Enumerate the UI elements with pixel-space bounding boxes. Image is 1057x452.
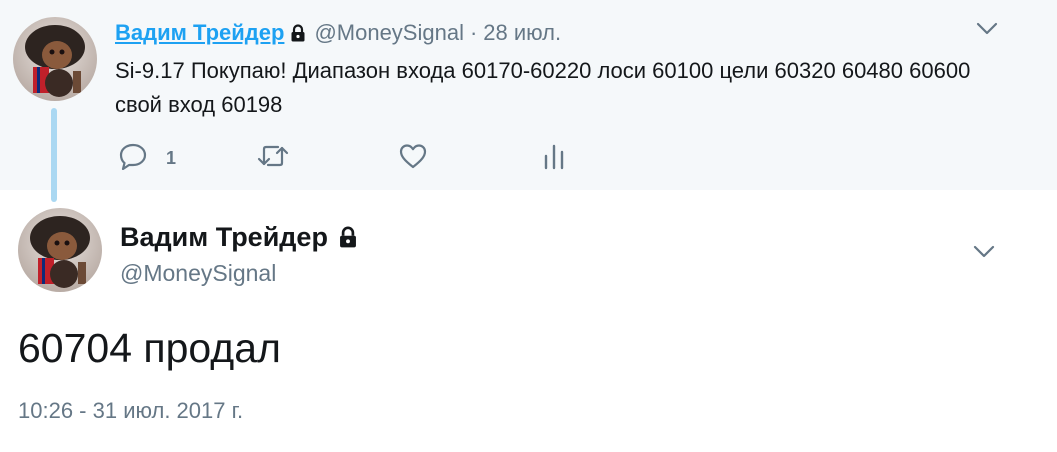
like-icon — [398, 142, 428, 175]
chevron-down-icon[interactable] — [974, 19, 1000, 39]
tweet-text: Si-9.17 Покупаю! Диапазон входа 60170-60… — [115, 58, 971, 117]
tweet-timestamp[interactable]: 10:26 - 31 июл. 2017 г. — [18, 398, 243, 424]
retweet-button[interactable] — [256, 142, 290, 175]
author-handle[interactable]: @MoneySignal — [314, 20, 464, 46]
avatar[interactable] — [13, 17, 97, 101]
reply-icon — [118, 142, 148, 175]
tweet-actions: 1 — [118, 142, 598, 172]
analytics-icon — [542, 142, 566, 175]
author-name-text[interactable]: Вадим Трейдер — [120, 222, 328, 253]
retweet-icon — [256, 142, 290, 175]
author-name-link[interactable]: Вадим Трейдер — [115, 20, 284, 46]
reply-count: 1 — [166, 148, 177, 168]
reply-button[interactable]: 1 — [118, 142, 176, 175]
separator-dot: · — [469, 20, 478, 45]
thread-connector-line — [51, 108, 57, 202]
tweet-text: 60704 продал — [18, 325, 281, 371]
lock-icon — [290, 24, 306, 42]
avatar[interactable] — [18, 208, 102, 292]
parent-tweet-header: Вадим Трейдер @MoneySignal · 28 июл. — [115, 18, 561, 48]
author-name[interactable]: Вадим Трейдер — [120, 220, 358, 254]
tweet-time-link[interactable]: 28 июл. — [483, 20, 561, 46]
lock-icon — [338, 226, 358, 248]
like-button[interactable] — [398, 142, 428, 175]
chevron-down-icon[interactable] — [971, 242, 997, 262]
author-handle[interactable]: @MoneySignal — [120, 260, 276, 287]
analytics-button[interactable] — [542, 142, 566, 175]
